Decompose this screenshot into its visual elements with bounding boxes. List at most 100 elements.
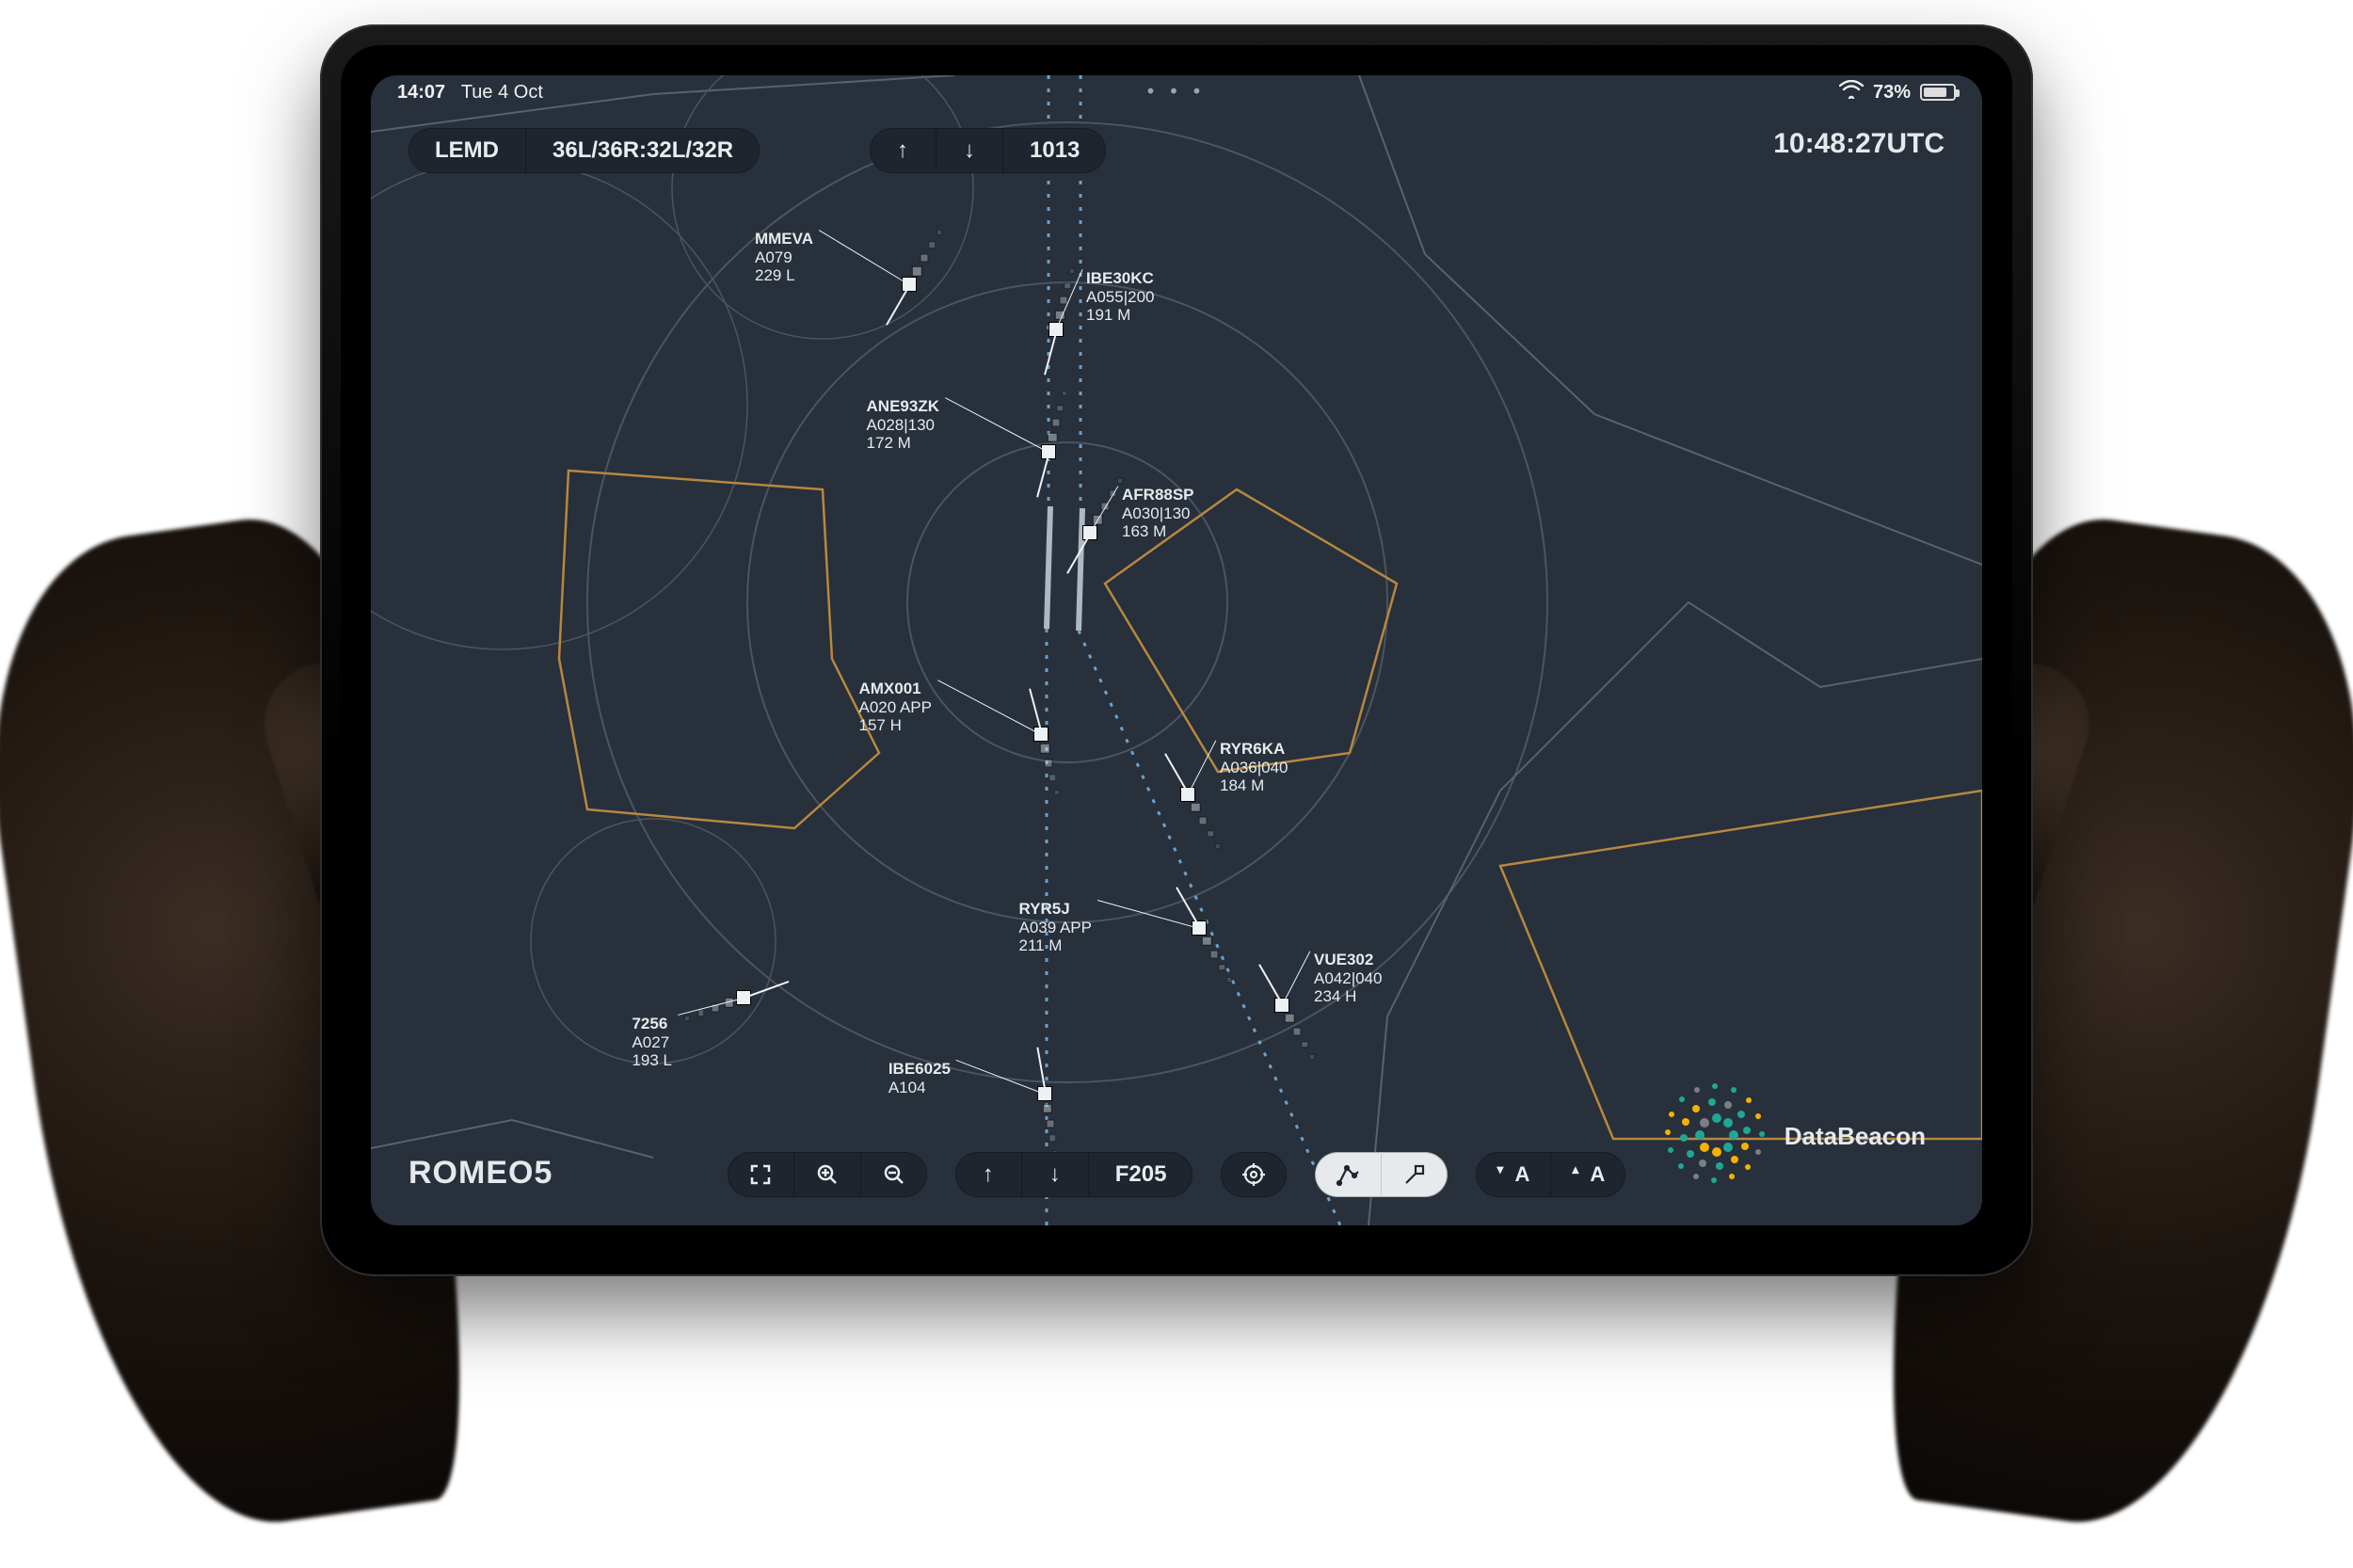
pressure-selector[interactable]: ↑ ↓ 1013 bbox=[870, 128, 1106, 173]
aircraft-datablock[interactable]: RYR6KAA036|040184 M bbox=[1220, 740, 1288, 795]
callsign: AMX001 bbox=[858, 680, 932, 698]
history-dot bbox=[685, 1016, 689, 1020]
aircraft-datablock[interactable]: ANE93ZKA028|130172 M bbox=[867, 397, 939, 453]
history-dot bbox=[1211, 951, 1218, 957]
history-dot bbox=[913, 267, 921, 276]
target-tool[interactable] bbox=[1221, 1152, 1287, 1197]
history-dot bbox=[1047, 1120, 1053, 1127]
arrow-down-icon[interactable]: ↓ bbox=[936, 128, 1002, 173]
velocity-vector bbox=[1066, 533, 1092, 574]
aircraft-datablock[interactable]: VUE302A042|040234 H bbox=[1314, 951, 1382, 1006]
history-dot bbox=[921, 255, 928, 262]
qnh-value[interactable]: 1013 bbox=[1002, 128, 1106, 173]
velocity-vector bbox=[886, 284, 911, 326]
leader-line bbox=[1282, 951, 1311, 1005]
arrow-up-icon[interactable]: ↑ bbox=[870, 128, 936, 173]
fullscreen-icon[interactable] bbox=[728, 1152, 793, 1197]
velocity-vector bbox=[744, 981, 790, 999]
leader-line bbox=[945, 397, 1048, 453]
level-value[interactable]: F205 bbox=[1088, 1152, 1193, 1197]
utc-clock: 10:48:27UTC bbox=[1773, 128, 1945, 160]
velocity-vector bbox=[1258, 964, 1284, 1005]
text-size: ▾A ▴A bbox=[1476, 1152, 1625, 1197]
zoom-in-icon[interactable] bbox=[793, 1152, 860, 1197]
history-dot bbox=[1200, 817, 1207, 824]
airport-runway-selector[interactable]: LEMD 36L/36R:32L/32R bbox=[408, 128, 760, 173]
leader-line bbox=[1097, 900, 1199, 929]
history-dot bbox=[929, 243, 935, 248]
velocity-vector bbox=[1044, 329, 1058, 376]
logo-swirl-icon bbox=[1666, 1084, 1769, 1188]
datablock-line3: 191 M bbox=[1086, 306, 1154, 325]
history-dot bbox=[1208, 831, 1213, 837]
callsign: ANE93ZK bbox=[867, 397, 939, 416]
view-controls bbox=[728, 1152, 927, 1197]
leader-line bbox=[1090, 486, 1119, 534]
aircraft-datablock[interactable]: IBE30KCA055|200191 M bbox=[1086, 269, 1154, 325]
history-dot bbox=[1216, 844, 1220, 848]
datablock-line3: 229 L bbox=[755, 266, 813, 285]
app-screen[interactable]: 14:07 Tue 4 Oct • • • 73% bbox=[371, 75, 1982, 1225]
datablock-line3: 234 H bbox=[1314, 987, 1382, 1006]
airport-icao[interactable]: LEMD bbox=[408, 128, 525, 173]
history-dot bbox=[1219, 965, 1225, 970]
history-dot bbox=[1053, 420, 1060, 426]
level-up-icon[interactable]: ↑ bbox=[955, 1152, 1021, 1197]
datablock-line3: 163 M bbox=[1122, 522, 1194, 541]
callsign: AFR88SP bbox=[1122, 486, 1194, 504]
datablock-line3: 172 M bbox=[867, 434, 939, 453]
history-dot bbox=[1294, 1028, 1301, 1034]
text-larger-button[interactable]: ▴A bbox=[1550, 1152, 1625, 1197]
datablock-line2: A042|040 bbox=[1314, 969, 1382, 988]
callsign: 7256 bbox=[632, 1015, 672, 1033]
leader-line bbox=[1188, 740, 1217, 794]
history-dot bbox=[1286, 1015, 1294, 1023]
datablock-line3: 211 M bbox=[1018, 936, 1092, 955]
datablock-line2: A055|200 bbox=[1086, 288, 1154, 307]
zoom-out-icon[interactable] bbox=[860, 1152, 927, 1197]
aircraft-datablock[interactable]: 7256A027193 L bbox=[632, 1015, 672, 1070]
history-dot bbox=[1046, 760, 1052, 766]
brand-logo: DataBeacon bbox=[1666, 1084, 1926, 1188]
history-dot bbox=[1063, 392, 1066, 395]
callsign: RYR6KA bbox=[1220, 740, 1288, 759]
history-dot bbox=[1050, 776, 1056, 781]
history-dot bbox=[1055, 791, 1059, 794]
velocity-vector bbox=[1164, 753, 1190, 794]
labels-auto-icon[interactable] bbox=[1315, 1152, 1381, 1197]
aircraft-datablock[interactable]: MMEVAA079229 L bbox=[755, 230, 813, 285]
history-dot bbox=[1065, 283, 1071, 289]
datablock-line3: 184 M bbox=[1220, 776, 1288, 795]
callsign: MMEVA bbox=[755, 230, 813, 248]
text-smaller-button[interactable]: ▾A bbox=[1476, 1152, 1550, 1197]
velocity-vector bbox=[1036, 452, 1050, 498]
aircraft-datablock[interactable]: AFR88SPA030|130163 M bbox=[1122, 486, 1194, 541]
target-icon[interactable] bbox=[1221, 1152, 1287, 1197]
datablock-line3: 157 H bbox=[858, 716, 932, 735]
datablock-line2: A028|130 bbox=[867, 416, 939, 435]
history-dot bbox=[1044, 1105, 1052, 1113]
aircraft-datablock[interactable]: AMX001A020 APP157 H bbox=[858, 680, 932, 735]
history-dot bbox=[1227, 978, 1231, 982]
label-mode bbox=[1315, 1152, 1448, 1197]
leader-line bbox=[956, 1060, 1045, 1095]
history-dot bbox=[1041, 744, 1049, 753]
aircraft-datablock[interactable]: IBE6025A104 bbox=[888, 1060, 951, 1096]
history-dot bbox=[1048, 433, 1057, 441]
tablet-frame: 14:07 Tue 4 Oct • • • 73% bbox=[320, 24, 2033, 1276]
datablock-line2: A079 bbox=[755, 248, 813, 267]
level-down-icon[interactable]: ↓ bbox=[1021, 1152, 1088, 1197]
history-dot bbox=[698, 1011, 704, 1016]
leader-line bbox=[819, 230, 910, 285]
level-filter: ↑ ↓ F205 bbox=[955, 1152, 1193, 1197]
datablock-line2: A104 bbox=[888, 1079, 951, 1097]
runway-config[interactable]: 36L/36R:32L/32R bbox=[525, 128, 760, 173]
aircraft-datablock[interactable]: RYR5JA039 APP211 M bbox=[1018, 900, 1092, 955]
datablock-line2: A020 APP bbox=[858, 698, 932, 717]
history-dot bbox=[1302, 1042, 1307, 1048]
callsign: VUE302 bbox=[1314, 951, 1382, 969]
labels-manual-icon[interactable] bbox=[1381, 1152, 1448, 1197]
aircraft-layer: MMEVAA079229 L IBE30KCA055|200191 M ANE93Z… bbox=[371, 75, 1982, 1225]
history-dot bbox=[1050, 1136, 1056, 1142]
history-dot bbox=[1203, 937, 1211, 946]
